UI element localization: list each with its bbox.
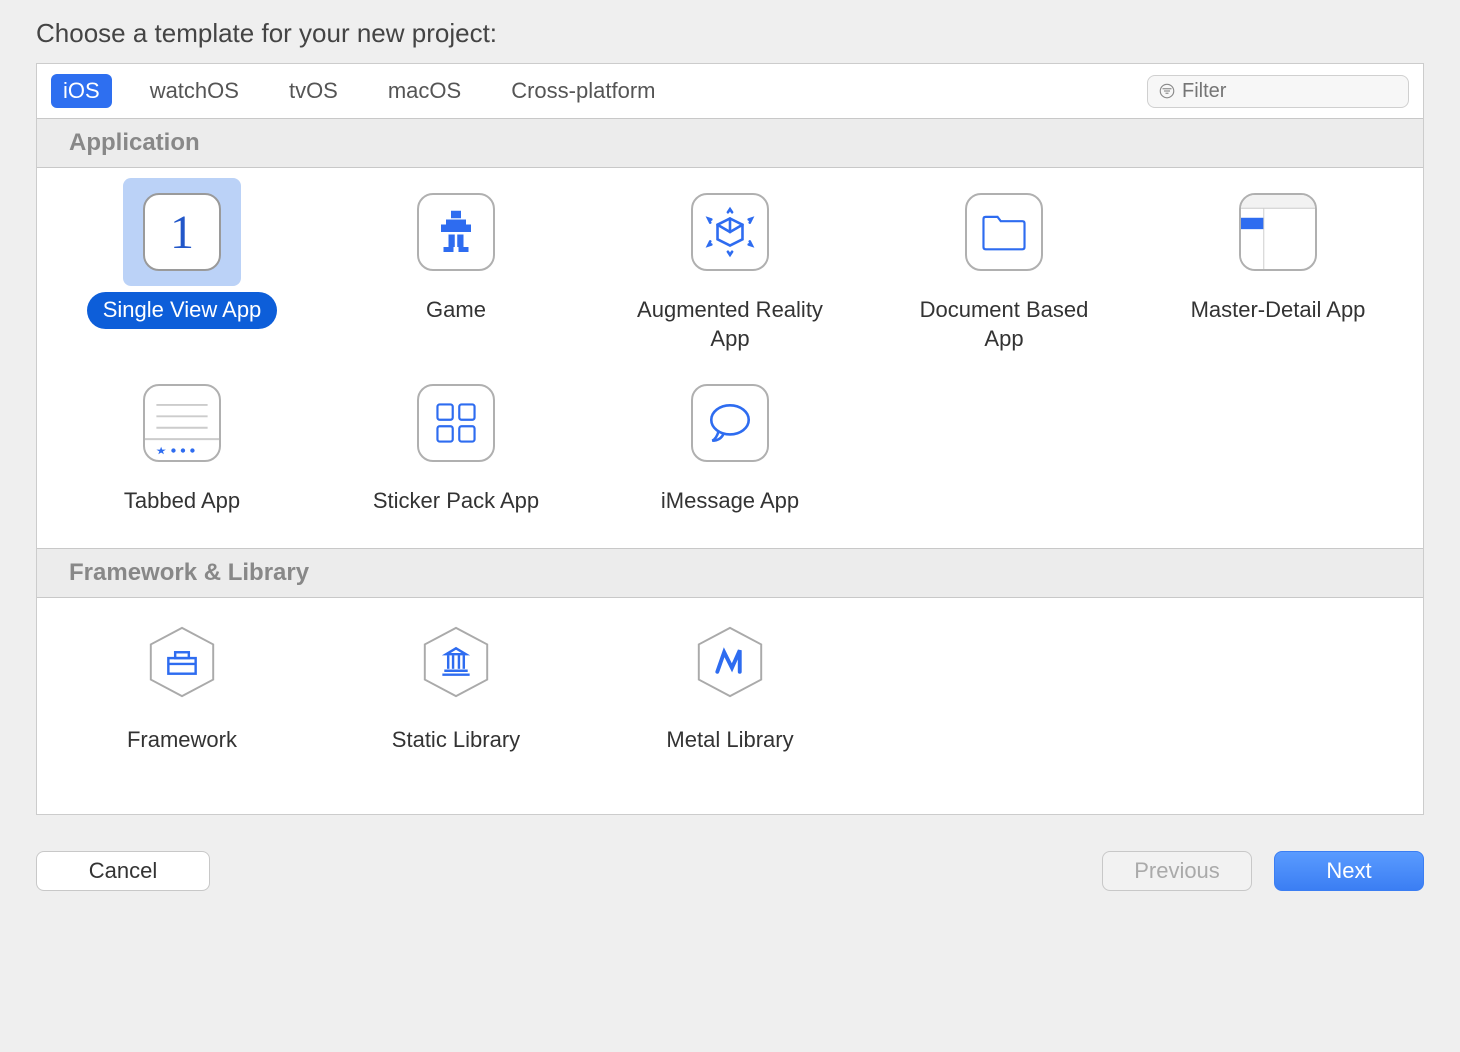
- previous-button: Previous: [1102, 851, 1252, 891]
- template-label: Game: [410, 292, 502, 329]
- template-chooser-panel: iOS watchOS tvOS macOS Cross-platform Ap…: [36, 63, 1424, 815]
- tab-tvos[interactable]: tvOS: [277, 74, 350, 108]
- template-sticker-pack-app[interactable]: Sticker Pack App: [319, 369, 593, 520]
- framework-grid: Framework Static Library: [37, 598, 1423, 787]
- sticker-pack-app-icon: [397, 369, 515, 477]
- section-header-application: Application: [37, 119, 1423, 168]
- template-label: Tabbed App: [108, 483, 256, 520]
- filter-input[interactable]: [1182, 80, 1447, 103]
- template-tabbed-app[interactable]: Tabbed App: [45, 369, 319, 520]
- template-label: Static Library: [376, 722, 536, 759]
- template-label: Framework: [111, 722, 253, 759]
- template-label: Metal Library: [650, 722, 809, 759]
- framework-icon: [123, 608, 241, 716]
- cancel-button[interactable]: Cancel: [36, 851, 210, 891]
- game-icon: [397, 178, 515, 286]
- tab-watchos[interactable]: watchOS: [138, 74, 251, 108]
- ar-app-icon: [671, 178, 789, 286]
- metal-library-icon: [671, 608, 789, 716]
- doc-based-app-icon: [945, 178, 1063, 286]
- dialog-title: Choose a template for your new project:: [36, 18, 1424, 49]
- imessage-app-icon: [671, 369, 789, 477]
- static-library-icon: [397, 608, 515, 716]
- template-label: Document Based App: [894, 292, 1114, 357]
- tab-ios[interactable]: iOS: [51, 74, 112, 108]
- section-header-framework: Framework & Library: [37, 548, 1423, 598]
- template-single-view-app[interactable]: 1 Single View App: [45, 178, 319, 357]
- template-label: Augmented Reality App: [620, 292, 840, 357]
- next-button[interactable]: Next: [1274, 851, 1424, 891]
- template-doc-based-app[interactable]: Document Based App: [867, 178, 1141, 357]
- template-imessage-app[interactable]: iMessage App: [593, 369, 867, 520]
- single-view-app-icon: 1: [123, 178, 241, 286]
- filter-icon: [1158, 80, 1176, 102]
- template-game[interactable]: Game: [319, 178, 593, 357]
- master-detail-app-icon: [1219, 178, 1337, 286]
- template-static-library[interactable]: Static Library: [319, 608, 593, 759]
- tabbed-app-icon: [123, 369, 241, 477]
- tab-macos[interactable]: macOS: [376, 74, 473, 108]
- template-label: iMessage App: [645, 483, 815, 520]
- tab-crossplatform[interactable]: Cross-platform: [499, 74, 667, 108]
- template-framework[interactable]: Framework: [45, 608, 319, 759]
- template-master-detail-app[interactable]: Master-Detail App: [1141, 178, 1415, 357]
- template-metal-library[interactable]: Metal Library: [593, 608, 867, 759]
- template-ar-app[interactable]: Augmented Reality App: [593, 178, 867, 357]
- platform-tab-bar: iOS watchOS tvOS macOS Cross-platform: [37, 64, 1423, 119]
- dialog-footer: Cancel Previous Next: [36, 851, 1424, 891]
- template-label: Master-Detail App: [1175, 292, 1382, 329]
- filter-field-wrap[interactable]: [1147, 75, 1409, 108]
- template-label: Sticker Pack App: [357, 483, 555, 520]
- template-label: Single View App: [87, 292, 278, 329]
- application-grid: 1 Single View App Game Augmented Reality…: [37, 168, 1423, 548]
